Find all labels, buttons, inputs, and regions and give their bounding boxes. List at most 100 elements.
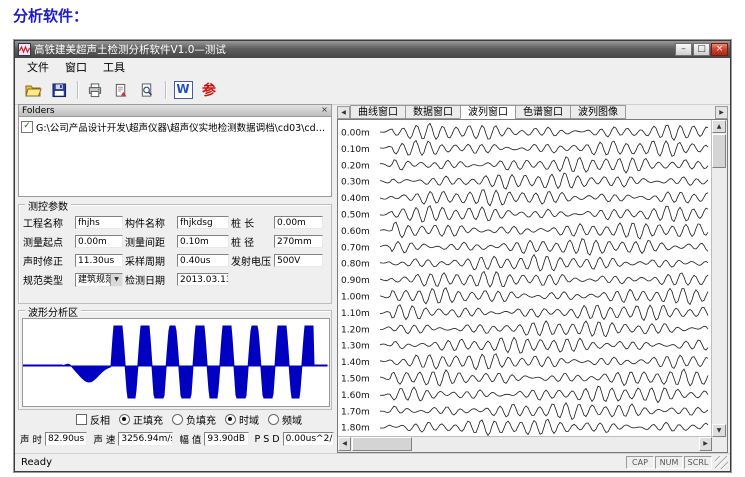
freq-domain-radio[interactable] [268, 414, 279, 425]
caps-lock-indicator: CAP [626, 456, 654, 469]
tab-scroll-left-icon[interactable]: ◀ [337, 106, 350, 119]
sample-period-input[interactable]: 0.40us [177, 254, 229, 267]
waveform-trace [380, 288, 708, 305]
positive-fill-radio[interactable] [119, 414, 130, 425]
save-button[interactable] [47, 79, 71, 102]
depth-label: 0.90m [341, 276, 370, 286]
waveform-trace [380, 173, 708, 189]
tab-strip: ◀ 曲线窗口 数据窗口 波列窗口 色谱窗口 波列图像 ▶ [337, 104, 728, 119]
invert-checkbox[interactable] [76, 414, 87, 425]
time-domain-control[interactable]: 时域 [225, 412, 259, 427]
waveform-trace [380, 190, 708, 206]
time-domain-radio[interactable] [225, 414, 236, 425]
scroll-down-icon[interactable]: ▼ [712, 424, 726, 437]
waveform-plot[interactable] [22, 318, 330, 407]
menu-tools[interactable]: 工具 [95, 58, 133, 76]
spec-type-label: 规范类型 [23, 272, 73, 287]
tab-spectrum-window[interactable]: 色谱窗口 [515, 105, 571, 119]
chevron-down-icon[interactable]: ▼ [110, 274, 122, 286]
negative-fill-control[interactable]: 负填充 [172, 412, 216, 427]
tab-scroll-right-icon[interactable]: ▶ [715, 106, 728, 119]
folders-tree: ✓ G:\公司产品设计开发\超声仪器\超声仪实地检测数据调档\cd03\cd03… [18, 117, 332, 197]
resize-grip[interactable] [715, 456, 728, 469]
start-input[interactable]: 0.00m [75, 235, 123, 248]
component-input[interactable]: fhjkdsg [177, 216, 229, 229]
sound-time-value: 82.90us [45, 432, 87, 446]
negative-fill-radio[interactable] [172, 414, 183, 425]
scroll-right-icon[interactable]: ▶ [699, 437, 712, 451]
print-button[interactable] [83, 79, 107, 102]
time-domain-label: 时域 [239, 412, 259, 427]
depth-label: 1.50m [341, 375, 370, 385]
waveform-title: 波形分析区 [25, 304, 81, 319]
sound-correction-input[interactable]: 11.30us [75, 254, 123, 267]
waveform-trace [380, 403, 708, 420]
minimize-button[interactable]: – [675, 43, 692, 56]
page-heading: 分析软件： [13, 5, 88, 26]
voltage-label: 发射电压 [231, 253, 272, 268]
vertical-scroll-thumb[interactable] [712, 134, 726, 168]
sound-speed-label: 声 速 [93, 432, 115, 446]
scroll-left-icon[interactable]: ◀ [338, 437, 351, 451]
title-bar[interactable]: 高铁建美超声土检测分析软件V1.0—测试 – □ × [15, 41, 730, 58]
positive-fill-label: 正填充 [133, 412, 163, 427]
word-export-button[interactable]: W [171, 79, 195, 102]
wavetrain-view[interactable]: 0.00m0.10m0.20m0.30m0.40m0.50m0.60m0.70m… [337, 119, 728, 453]
positive-fill-control[interactable]: 正填充 [119, 412, 163, 427]
close-button[interactable]: × [711, 43, 728, 56]
print-preview-icon [139, 83, 155, 98]
scroll-lock-indicator: SCRL [684, 456, 712, 469]
parameter-button[interactable]: 参 [197, 79, 221, 102]
waveform-trace [380, 369, 708, 386]
maximize-button[interactable]: □ [693, 43, 710, 56]
spec-type-select[interactable]: 建筑规范 ▼ [75, 273, 123, 287]
folders-close-icon[interactable]: × [319, 105, 330, 116]
horizontal-scroll-thumb[interactable] [352, 437, 412, 451]
tree-item-label: G:\公司产品设计开发\超声仪器\超声仪实地检测数据调档\cd03\cd03-e… [36, 120, 329, 134]
folders-title: Folders [22, 106, 55, 116]
invert-control[interactable]: 反相 [76, 412, 110, 427]
export-button[interactable] [109, 79, 133, 102]
page: 分析软件： 高铁建美超声土检测分析软件V1.0—测试 – □ × 文件 窗口 工… [0, 0, 745, 477]
voltage-input[interactable]: 500V [274, 254, 323, 267]
freq-domain-control[interactable]: 频域 [268, 412, 302, 427]
tree-item[interactable]: ✓ G:\公司产品设计开发\超声仪器\超声仪实地检测数据调档\cd03\cd03… [21, 120, 329, 134]
waveform-trace [380, 206, 708, 222]
tab-curve-window[interactable]: 曲线窗口 [350, 105, 406, 119]
diameter-input[interactable]: 270mm [274, 235, 323, 248]
start-label: 测量起点 [23, 234, 73, 249]
project-input[interactable]: fhjhs [75, 216, 123, 229]
tab-data-window[interactable]: 数据窗口 [405, 105, 461, 119]
app-icon [18, 43, 31, 56]
waveform-trace [380, 337, 708, 353]
spacing-input[interactable]: 0.10m [177, 235, 229, 248]
display-controls: 反相 正填充 负填充 时域 [18, 412, 332, 427]
scroll-up-icon[interactable]: ▲ [712, 120, 726, 133]
waveform-trace [380, 321, 708, 337]
waveform-trace [380, 386, 708, 402]
params-title: 测控参数 [25, 198, 71, 213]
preview-button[interactable] [135, 79, 159, 102]
test-date-input[interactable]: 2013.03.13 [177, 273, 229, 286]
toolbar: W 参 [15, 76, 730, 105]
depth-label: 1.60m [341, 391, 370, 401]
app-window: 高铁建美超声土检测分析软件V1.0—测试 – □ × 文件 窗口 工具 [14, 40, 731, 472]
test-date-label: 检测日期 [125, 272, 175, 287]
pile-length-label: 桩 长 [231, 215, 272, 230]
scrollbar-corner [712, 437, 727, 452]
waveform-trace [380, 222, 708, 239]
tree-item-checkbox[interactable]: ✓ [21, 121, 33, 133]
vertical-scrollbar[interactable]: ▲ ▼ [711, 120, 727, 437]
menu-window[interactable]: 窗口 [57, 58, 95, 76]
invert-label: 反相 [90, 412, 110, 427]
status-bar: Ready CAP NUM SCRL [15, 453, 730, 471]
tab-wavetrain-image[interactable]: 波列图像 [570, 105, 626, 119]
spacing-label: 测量间距 [125, 234, 175, 249]
tab-wavetrain-window[interactable]: 波列窗口 [460, 105, 516, 119]
horizontal-scrollbar[interactable]: ◀ ▶ [338, 436, 712, 452]
status-text: Ready [17, 457, 52, 468]
pile-length-input[interactable]: 0.00m [274, 216, 323, 229]
menu-file[interactable]: 文件 [19, 58, 57, 76]
parameter-icon: 参 [202, 80, 216, 100]
open-button[interactable] [21, 79, 45, 102]
